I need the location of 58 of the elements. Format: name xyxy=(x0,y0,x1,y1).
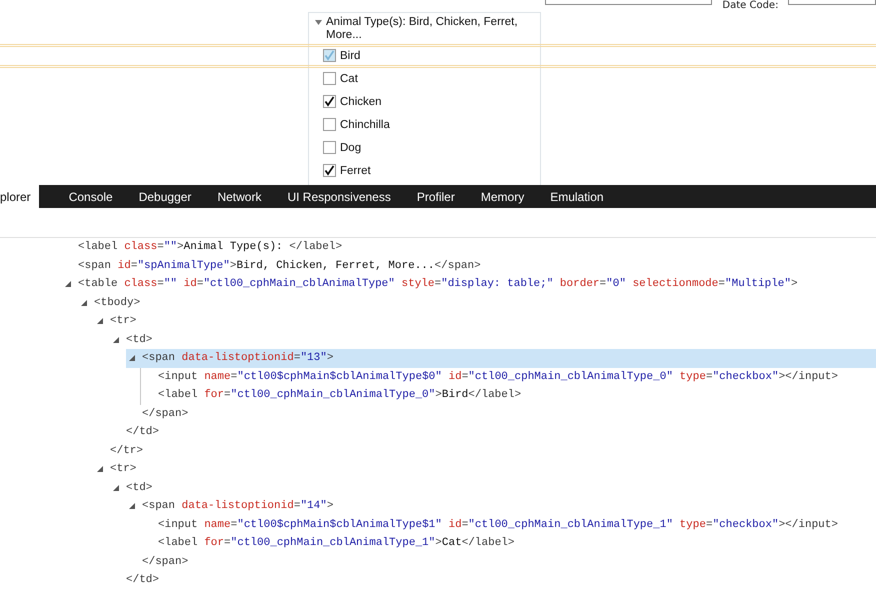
tree-row[interactable]: <label class="">Animal Type(s): </label> xyxy=(62,238,876,256)
tree-row[interactable]: <input name="ctl00$cphMain$cblAnimalType$1" id="ctl00_cphMain_cblAnimalType_1" type="checkbox"></input> xyxy=(142,516,876,534)
option-label[interactable]: Chinchilla xyxy=(340,118,390,130)
dom-node-text: <input name="ctl00$cphMain$cblAnimalType$1" id="ctl00_cphMain_cblAnimalType_1" type="checkbox"></input> xyxy=(158,518,838,531)
dom-node-text: <input name="ctl00$cphMain$cblAnimalType$0" id="ctl00_cphMain_cblAnimalType_0" type="checkbox"></input> xyxy=(158,370,838,383)
dom-node-text: <tbody> xyxy=(94,296,140,309)
checkbox[interactable] xyxy=(323,49,336,62)
option-label[interactable]: Ferret xyxy=(340,164,371,176)
tree-row[interactable]: <tbody> xyxy=(78,294,876,312)
dom-node-text: <td> xyxy=(126,334,152,346)
tree-row[interactable]: <span data-listoptionid="13"> xyxy=(126,349,876,368)
tree-row[interactable]: <label for="ctl00_cphMain_cblAnimalType_1">Cat</label> xyxy=(142,534,876,552)
dom-node-text: <label for="ctl00_cphMain_cblAnimalType_1">Cat</label> xyxy=(158,537,514,550)
closing-tag-text: </tr> xyxy=(110,444,144,457)
caret-icon[interactable] xyxy=(315,20,322,25)
tree-row[interactable]: <table class="" id="ctl00_cphMain_cblAnimalType" style="display: table;" border="0" selectionmode="Multiple"> xyxy=(62,275,876,294)
devtools-tab[interactable]: UI Responsiveness xyxy=(274,185,404,208)
date-code-field[interactable] xyxy=(788,0,876,5)
closing-tag-text: </span> xyxy=(142,556,188,568)
tree-row[interactable]: <span data-listoptionid="14"> xyxy=(126,497,876,516)
checkbox[interactable] xyxy=(323,118,336,131)
checkbox[interactable] xyxy=(323,164,336,177)
dom-node-text: <tr> xyxy=(110,315,136,328)
devtools-tab[interactable]: Debugger xyxy=(126,185,204,208)
tree-row[interactable]: <td> xyxy=(110,478,876,497)
devtools-tab[interactable]: Memory xyxy=(468,185,538,208)
devtools-tab[interactable]: Network xyxy=(204,185,274,208)
tree-row[interactable]: <td> xyxy=(110,330,876,349)
option-label[interactable]: Cat xyxy=(340,72,358,84)
devtools-tab[interactable]: Emulation xyxy=(537,185,617,208)
closing-tag-text: </span> xyxy=(142,408,188,420)
dom-node-text: <td> xyxy=(126,482,152,494)
date-code-label: Date Code: xyxy=(722,0,778,11)
option-label[interactable]: Chicken xyxy=(340,96,382,108)
closing-tag-text: </td> xyxy=(126,574,160,586)
dom-node-text: <span id="spAnimalType">Bird, Chicken, Ferret, More...</span> xyxy=(78,260,481,272)
tree-row[interactable]: <tr> xyxy=(94,460,876,478)
option-label[interactable]: Bird xyxy=(340,50,360,62)
checkbox[interactable] xyxy=(323,141,336,154)
devtools-tab[interactable]: plorer xyxy=(0,185,39,208)
dom-node-text: <table class="" id="ctl00_cphMain_cblAnimalType" style="display: table;" border="0" selectionmode="Multiple"> xyxy=(78,278,798,290)
dropdown-header[interactable]: Animal Type(s): Bird, Chicken, Ferret, More... xyxy=(326,16,536,42)
checkbox[interactable] xyxy=(323,72,336,85)
dom-node-text: <span data-listoptionid="14"> xyxy=(142,500,334,512)
tree-row[interactable]: <input name="ctl00$cphMain$cblAnimalType$0" id="ctl00_cphMain_cblAnimalType_0" type="checkbox"></input> xyxy=(142,368,876,386)
tree-row[interactable]: <tr> xyxy=(94,312,876,330)
tree-row[interactable]: <label for="ctl00_cphMain_cblAnimalType_0">Bird</label> xyxy=(142,386,876,404)
checkbox[interactable] xyxy=(323,95,336,108)
text-field[interactable] xyxy=(545,0,712,5)
option-label[interactable]: Dog xyxy=(340,142,362,154)
devtools-tab[interactable]: Profiler xyxy=(404,185,468,208)
dom-node-text: <tr> xyxy=(110,463,136,476)
dom-node-text: <label class="">Animal Type(s): </label> xyxy=(78,241,342,254)
tree-row[interactable]: <span id="spAnimalType">Bird, Chicken, Ferret, More...</span> xyxy=(62,256,876,275)
dom-node-text: <span data-listoptionid="13"> xyxy=(142,352,334,364)
devtools-tab[interactable]: Console xyxy=(56,185,126,208)
closing-tag-text: </td> xyxy=(126,426,160,438)
dom-node-text: <label for="ctl00_cphMain_cblAnimalType_0">Bird</label> xyxy=(158,389,522,402)
